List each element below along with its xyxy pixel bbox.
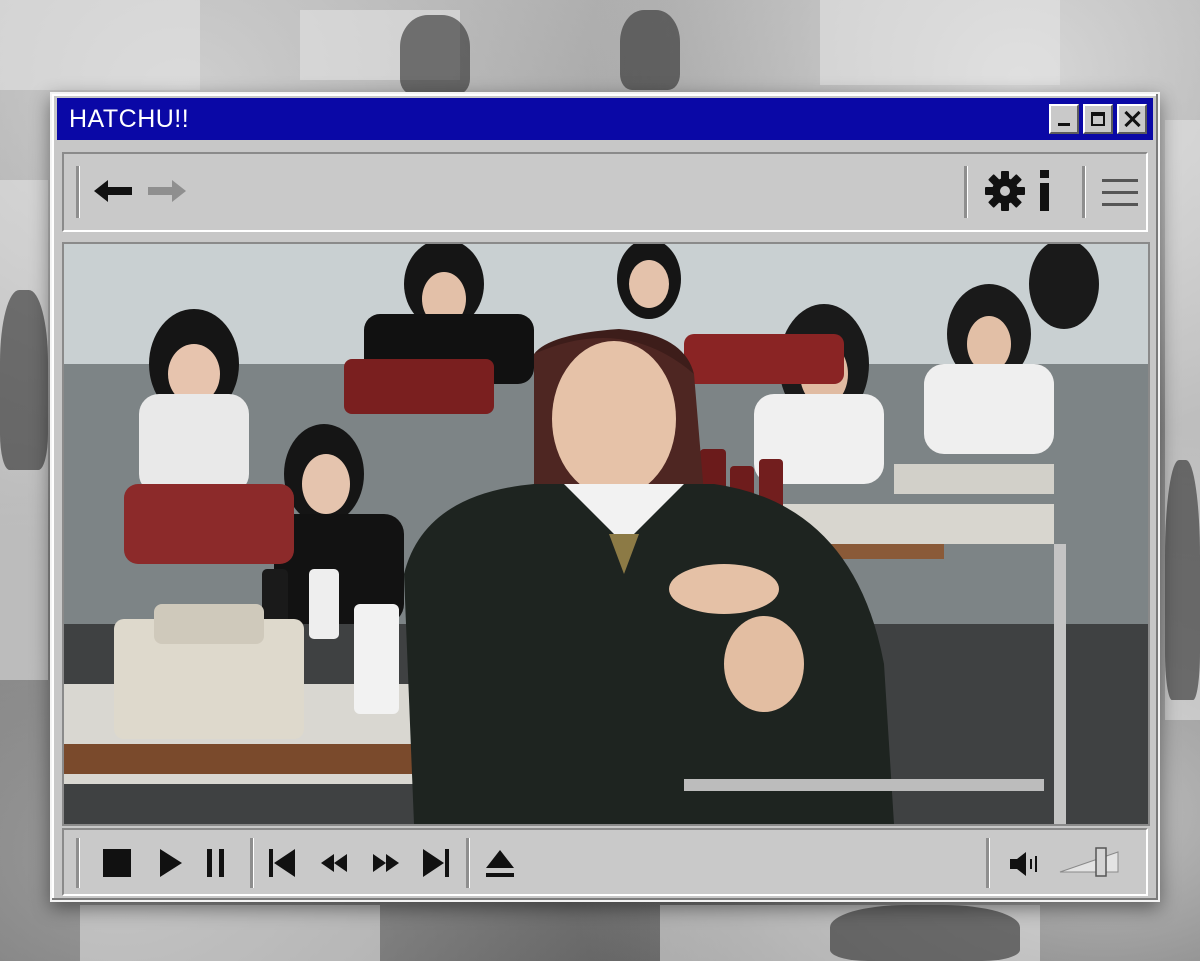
pause-button[interactable]: [206, 848, 226, 883]
media-player-window: HATCHU!!: [50, 92, 1160, 902]
video-viewport[interactable]: [62, 242, 1150, 826]
hamburger-menu-icon: [1102, 179, 1138, 206]
stop-button[interactable]: [102, 848, 132, 883]
controls-divider: [76, 838, 80, 888]
minimize-icon[interactable]: [1049, 104, 1079, 134]
controls-divider: [986, 838, 990, 888]
eject-button[interactable]: [484, 848, 516, 885]
controls-divider: [250, 838, 254, 888]
controls-divider: [466, 838, 470, 888]
fast-forward-button[interactable]: [372, 852, 400, 879]
pause-icon: [207, 849, 224, 877]
skip-previous-icon: [269, 849, 295, 877]
rewind-button[interactable]: [320, 852, 348, 879]
info-button[interactable]: [1036, 168, 1056, 219]
info-icon: [1040, 170, 1049, 211]
eject-icon: [486, 850, 514, 877]
play-icon: [160, 849, 182, 877]
rewind-icon: [321, 854, 347, 872]
volume-button[interactable]: [1008, 850, 1042, 883]
maximize-icon[interactable]: [1083, 104, 1113, 134]
toolbar-divider: [76, 166, 80, 218]
gear-icon: [985, 171, 1025, 211]
title-bar[interactable]: HATCHU!!: [57, 98, 1153, 140]
toolbar-divider: [1082, 166, 1086, 218]
arrow-right-icon: [148, 180, 186, 202]
back-button[interactable]: [92, 174, 136, 213]
arrow-left-icon: [94, 180, 132, 202]
fast-forward-icon: [373, 854, 399, 872]
next-button[interactable]: [422, 848, 450, 883]
toolbar-divider: [964, 166, 968, 218]
forward-button[interactable]: [144, 174, 188, 213]
window-title: HATCHU!!: [69, 104, 190, 133]
volume-slider[interactable]: [1058, 842, 1122, 887]
close-icon[interactable]: [1117, 104, 1147, 134]
speaker-icon: [1010, 852, 1037, 876]
playback-controls: [62, 828, 1148, 896]
settings-button[interactable]: [984, 170, 1026, 217]
skip-next-icon: [423, 849, 449, 877]
video-frame: [64, 244, 1148, 824]
toolbar: [62, 152, 1148, 232]
previous-button[interactable]: [268, 848, 296, 883]
volume-slider-knob[interactable]: [1095, 847, 1107, 877]
menu-button[interactable]: [1100, 176, 1140, 215]
play-button[interactable]: [158, 848, 184, 883]
stop-icon: [103, 849, 131, 877]
